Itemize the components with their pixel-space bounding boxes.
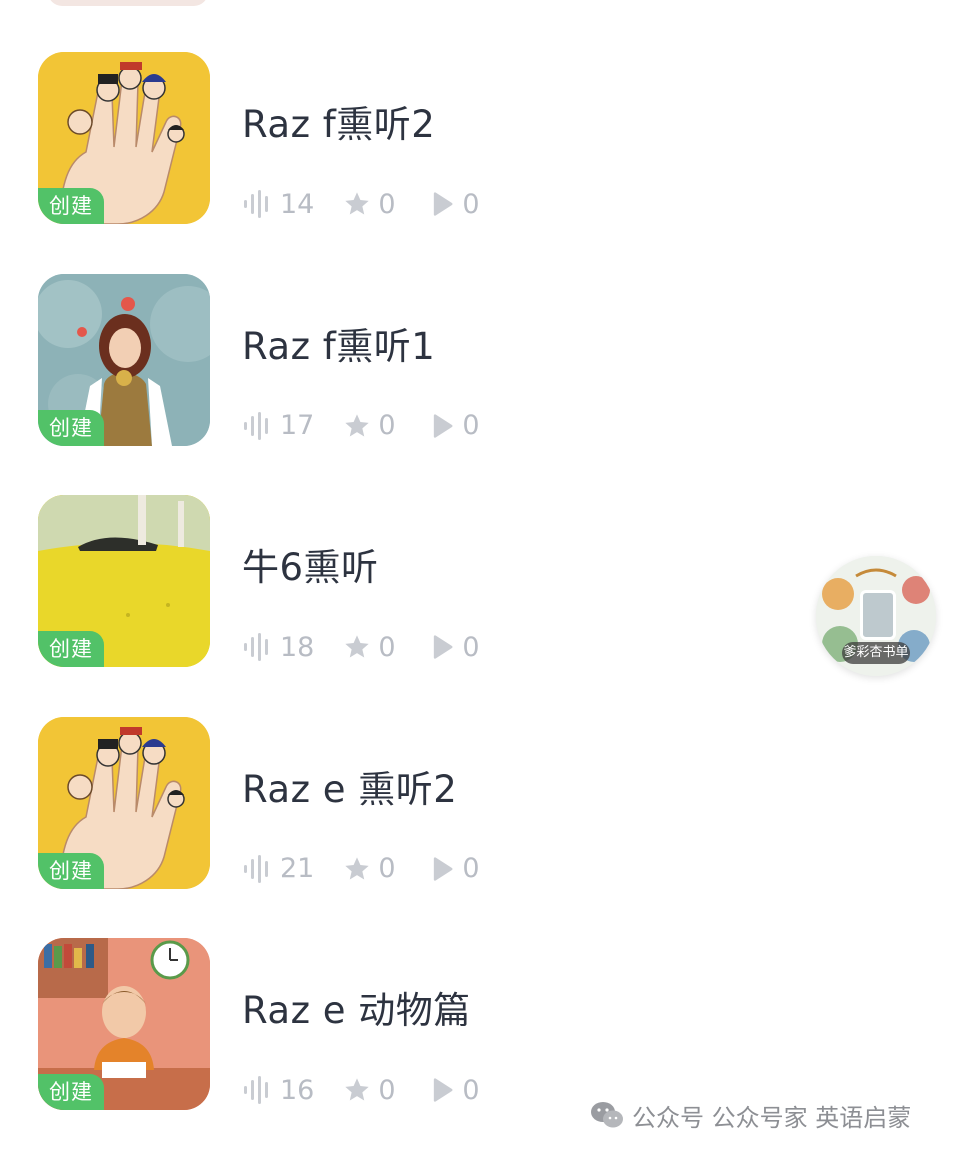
star-stat: 0	[342, 632, 400, 663]
play-icon	[434, 192, 453, 216]
created-badge: 创建	[38, 409, 104, 446]
playlist-title[interactable]: 牛6熏听	[242, 537, 379, 591]
star-count: 0	[378, 853, 396, 884]
playlist-stats: 18 0 0	[242, 627, 512, 667]
created-badge: 创建	[38, 631, 104, 667]
play-stat: 0	[428, 853, 484, 884]
playlist-item[interactable]: 创建 Raz f熏听2 14 0 0	[0, 52, 960, 274]
playlist-title[interactable]: Raz e 动物篇	[242, 980, 471, 1034]
play-stat: 0	[428, 410, 484, 441]
previous-cover-edge	[48, 0, 208, 6]
floating-button-label: 爹彩杏书单	[842, 642, 910, 664]
play-icon	[434, 635, 453, 659]
playlist-stats: 17 0 0	[242, 406, 512, 446]
playlist-stats: 21 0 0	[242, 849, 512, 889]
play-icon	[434, 413, 453, 438]
floating-booklist-button[interactable]: 爹彩杏书单	[816, 556, 936, 676]
created-badge: 创建	[38, 852, 104, 889]
track-count-stat: 16	[242, 1075, 314, 1106]
playlist-title[interactable]: Raz f熏听2	[242, 94, 435, 148]
star-icon	[345, 1078, 370, 1101]
playlist-item[interactable]: 创建 Raz f熏听1 17 0 0	[0, 273, 960, 496]
playlist-cover: 创建	[38, 495, 210, 667]
track-count: 17	[280, 410, 315, 441]
play-count: 0	[462, 410, 480, 441]
star-icon	[345, 413, 370, 436]
star-count: 0	[378, 188, 396, 220]
star-icon	[345, 192, 370, 215]
playlist-cover: 创建	[38, 273, 210, 446]
created-badge: 创建	[38, 1074, 104, 1110]
play-stat: 0	[428, 632, 484, 663]
track-count: 14	[280, 188, 315, 220]
star-count: 0	[378, 410, 396, 441]
track-count: 21	[280, 853, 315, 884]
playlist-title[interactable]: Raz f熏听1	[242, 316, 435, 370]
track-count-stat: 17	[242, 410, 314, 441]
play-stat: 0	[428, 1075, 484, 1106]
play-count: 0	[462, 1074, 480, 1106]
play-icon	[434, 856, 453, 881]
playlist-cover: 创建	[38, 938, 210, 1110]
playlist-cover: 创建	[38, 716, 210, 889]
soundwave-icon	[244, 633, 268, 661]
created-badge: 创建	[38, 188, 104, 224]
star-count: 0	[378, 1074, 396, 1106]
star-stat: 0	[342, 410, 400, 441]
playlist-item[interactable]: 创建 Raz e 熏听2 21 0 0	[0, 716, 960, 939]
track-count-stat: 21	[242, 853, 314, 884]
play-count: 0	[462, 853, 480, 884]
play-count: 0	[462, 188, 480, 220]
star-stat: 0	[342, 853, 400, 884]
star-count: 0	[378, 631, 396, 663]
playlist-stats: 14 0 0	[242, 184, 512, 224]
watermark-text: 公众号 公众号家 英语启蒙	[632, 1103, 912, 1132]
playlist-title[interactable]: Raz e 熏听2	[242, 759, 457, 813]
playlist-stats: 16 0 0	[242, 1070, 512, 1110]
star-stat: 0	[342, 1075, 400, 1106]
track-count-stat: 14	[242, 189, 314, 220]
soundwave-icon	[244, 190, 268, 218]
track-count: 16	[280, 1074, 315, 1106]
play-stat: 0	[428, 189, 484, 220]
play-icon	[434, 1078, 453, 1102]
star-icon	[345, 856, 370, 879]
wechat-icon	[591, 1102, 623, 1128]
track-count: 18	[280, 631, 315, 663]
play-count: 0	[462, 631, 480, 663]
star-icon	[345, 635, 370, 658]
soundwave-icon	[244, 411, 268, 440]
soundwave-icon	[244, 1076, 268, 1104]
watermark: 公众号 公众号家 英语启蒙	[590, 1098, 911, 1132]
soundwave-icon	[244, 854, 268, 883]
track-count-stat: 18	[242, 632, 314, 663]
playlist-cover: 创建	[38, 52, 210, 224]
star-stat: 0	[342, 189, 400, 220]
phone-icon	[860, 590, 896, 640]
